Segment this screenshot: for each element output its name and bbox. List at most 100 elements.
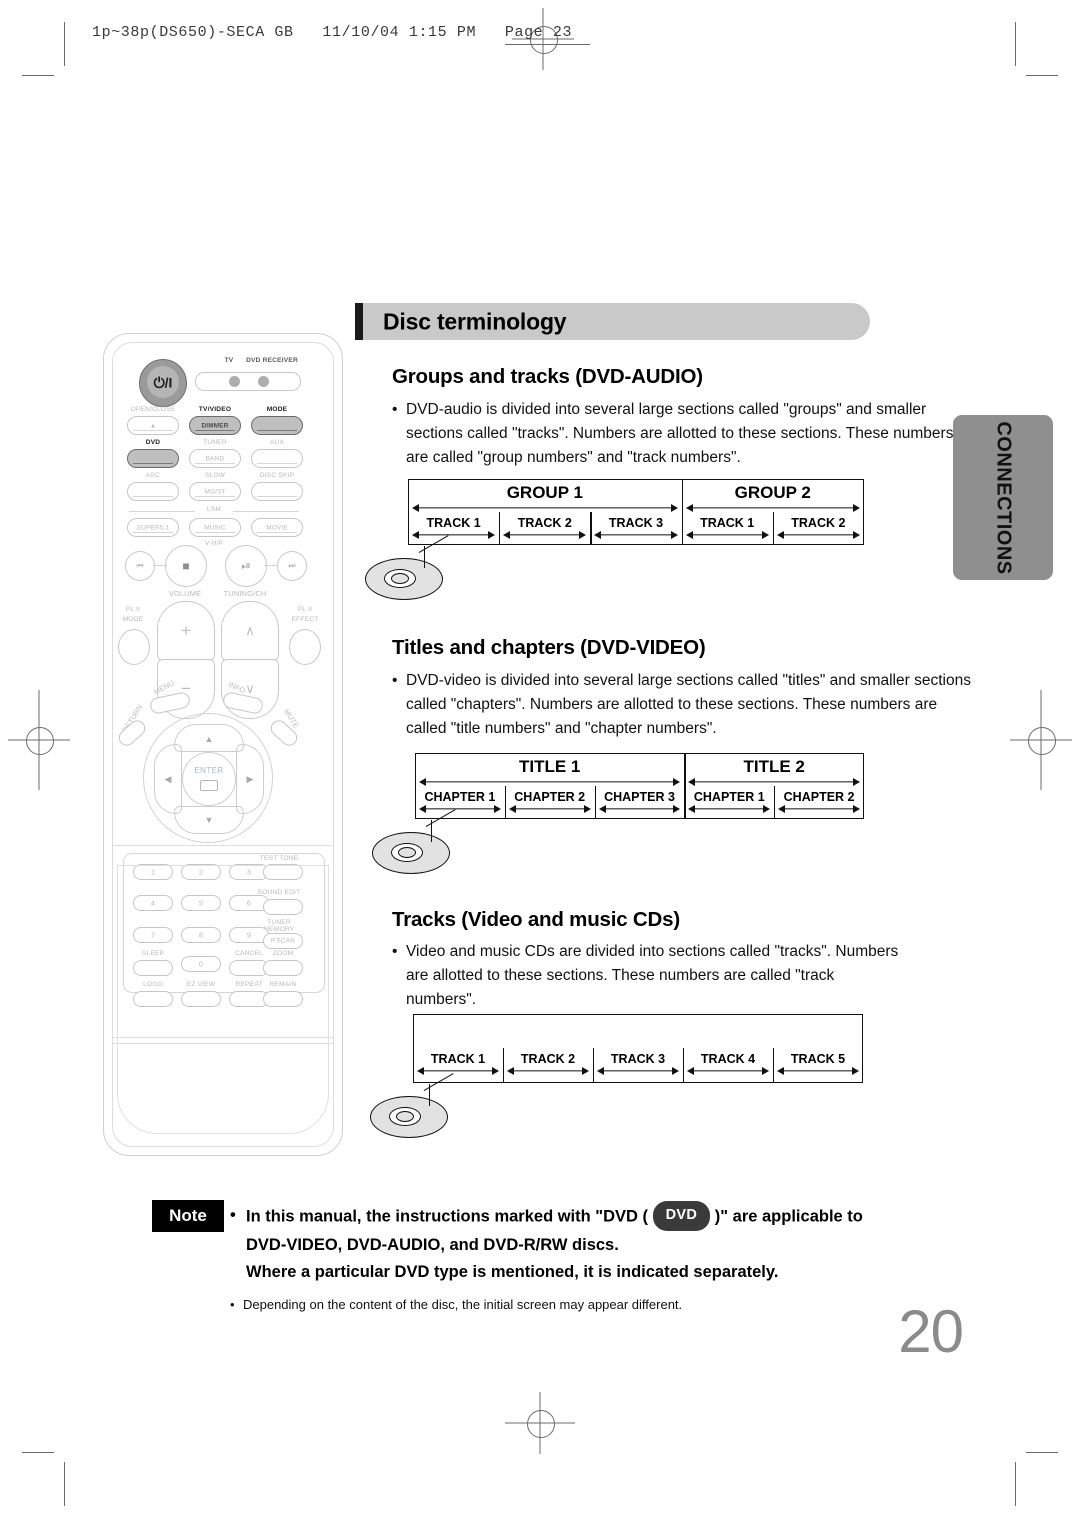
diagram-row-tracks: TRACK 1 TRACK 2 TRACK 3 TRACK 4 TRACK 5 — [413, 1052, 863, 1076]
tuner-band-button[interactable]: BAND — [189, 449, 241, 468]
enter-icon — [200, 780, 218, 791]
segment-label: TRACK 1 — [430, 1052, 486, 1066]
diagram-divider — [683, 1048, 685, 1083]
disc-icon-titles — [372, 820, 452, 876]
segment-label: TRACK 5 — [790, 1052, 846, 1066]
diagram-segment: TITLE 1 — [415, 757, 684, 786]
diagram-segment: CHAPTER 1 — [684, 790, 774, 814]
diagram-segment: TRACK 2 — [773, 516, 864, 540]
diagram-segment: TRACK 5 — [773, 1052, 863, 1076]
label-plii-mode: MODE — [122, 616, 144, 623]
nav-down-button[interactable]: ▼ — [174, 806, 244, 834]
label-plii-effect: EFFECT — [291, 616, 319, 623]
crop-mark-tl-v — [64, 22, 66, 66]
diagram-segment: CHAPTER 3 — [595, 790, 685, 814]
segment-label: CHAPTER 1 — [424, 790, 496, 804]
crop-mark-bl-h — [22, 1452, 54, 1454]
page-title: Disc terminology — [383, 308, 567, 334]
paragraph-text: DVD-audio is divided into several large … — [406, 401, 954, 466]
open-close-button[interactable]: ▲ — [127, 416, 179, 435]
transport-rule-right — [264, 565, 278, 566]
diagram-segment: CHAPTER 2 — [774, 790, 864, 814]
diagram-divider — [594, 786, 596, 819]
super51-button[interactable]: SUPER5.1 — [127, 518, 179, 537]
super51-label: SUPER5.1 — [136, 524, 170, 531]
note-line1-b: )" are applicable to — [714, 1207, 863, 1226]
crop-mark-tr-h — [1026, 75, 1058, 77]
caret-down-icon: ▼ — [204, 815, 214, 825]
label-disc-skip: DISC SKIP — [259, 472, 295, 479]
note-lines: In this manual, the instructions marked … — [246, 1201, 942, 1286]
nav-up-button[interactable]: ▲ — [174, 724, 244, 752]
navigation-pad: ▲ ▼ ◀ ▶ ENTER — [143, 713, 273, 843]
stop-icon: ■ — [182, 559, 190, 573]
lsm-rule-right — [233, 511, 299, 512]
indicator-strip — [195, 372, 301, 391]
diagram-divider — [590, 512, 592, 545]
tuning-up-button[interactable]: ∧ — [221, 601, 279, 661]
diagram-divider — [504, 786, 507, 819]
plus-icon: + — [181, 621, 191, 640]
diagram-segment: TITLE 2 — [684, 757, 864, 786]
aux-button[interactable] — [251, 449, 303, 468]
label-aux: AUX — [269, 439, 285, 446]
label-plii-top-right: PL II — [297, 606, 313, 613]
bullet-dot: • — [230, 1297, 235, 1312]
mode-button[interactable] — [251, 416, 303, 435]
nav-left-button[interactable]: ◀ — [154, 744, 182, 814]
registration-mark-left — [8, 690, 70, 790]
disc-skip-button[interactable] — [251, 482, 303, 501]
dimmer-sublabel: DIMMER — [201, 422, 229, 429]
segment-label: TRACK 1 — [426, 516, 481, 530]
diagram-divider — [772, 512, 775, 545]
registration-mark-bottom — [505, 1392, 575, 1454]
music-button[interactable]: MUSIC — [189, 518, 241, 537]
label-lsm: LSM — [206, 506, 222, 513]
segment-label: TRACK 2 — [791, 516, 846, 530]
label-tv-video: TV/VIDEO — [198, 406, 232, 413]
next-track-button[interactable]: ⏭ — [277, 551, 307, 581]
movie-label: MOVIE — [266, 524, 288, 531]
prev-track-button[interactable]: ⏮ — [125, 551, 155, 581]
side-tab-connections: CONNECTIONS — [953, 415, 1053, 580]
note-line2: DVD-VIDEO, DVD-AUDIO, and DVD-R/RW discs… — [246, 1236, 619, 1254]
bullet-dot: • — [230, 1206, 236, 1224]
chevron-up-icon: ∧ — [245, 623, 255, 638]
paragraph-groups-and-tracks: • DVD-audio is divided into several larg… — [392, 398, 954, 470]
plii-mode-button[interactable] — [118, 629, 150, 665]
paragraph-text: DVD-video is divided into several large … — [406, 672, 971, 737]
segment-label: CHAPTER 3 — [604, 790, 675, 804]
segment-label: TRACK 2 — [520, 1052, 576, 1066]
tv-video-dimmer-button[interactable]: DIMMER — [189, 416, 241, 435]
diagram-groups-tracks: GROUP 1 GROUP 2 TRACK 1 TRACK 2 TRACK 3 — [408, 479, 864, 545]
power-button[interactable]: ⏻/I — [139, 359, 187, 407]
label-open-close: OPEN/CLOSE — [130, 406, 176, 413]
enter-button[interactable]: ENTER — [182, 752, 236, 806]
diagram-segment: TRACK 4 — [683, 1052, 773, 1076]
prev-icon: ⏮ — [136, 561, 144, 570]
segment-label: GROUP 1 — [506, 483, 583, 502]
slow-most-button[interactable]: MO/ST — [189, 482, 241, 501]
dvd-receiver-indicator-led — [258, 375, 269, 387]
remote-bottom-panel — [117, 865, 329, 1134]
crop-mark-tl-h — [22, 75, 54, 77]
lsm-rule-left — [129, 511, 195, 512]
bullet-dot: • — [392, 401, 398, 418]
volume-up-button[interactable]: + — [157, 601, 215, 661]
diagram-divider — [593, 1048, 595, 1083]
stop-button[interactable]: ■ — [165, 545, 207, 587]
caret-left-icon: ◀ — [164, 774, 172, 784]
label-volume: VOLUME — [168, 589, 202, 598]
plii-effect-button[interactable] — [289, 629, 321, 665]
transport-rule-left — [153, 565, 167, 566]
play-pause-button[interactable]: ⏯ — [225, 545, 267, 587]
play-pause-icon: ⏯ — [241, 558, 251, 573]
segment-label: TRACK 3 — [610, 1052, 666, 1066]
diagram-divider — [499, 512, 501, 545]
segment-label: TRACK 3 — [608, 516, 664, 530]
asc-button[interactable] — [127, 482, 179, 501]
movie-button[interactable]: MOVIE — [251, 518, 303, 537]
diagram-divider — [774, 786, 776, 819]
dvd-button[interactable] — [127, 449, 179, 468]
nav-right-button[interactable]: ▶ — [236, 744, 264, 814]
